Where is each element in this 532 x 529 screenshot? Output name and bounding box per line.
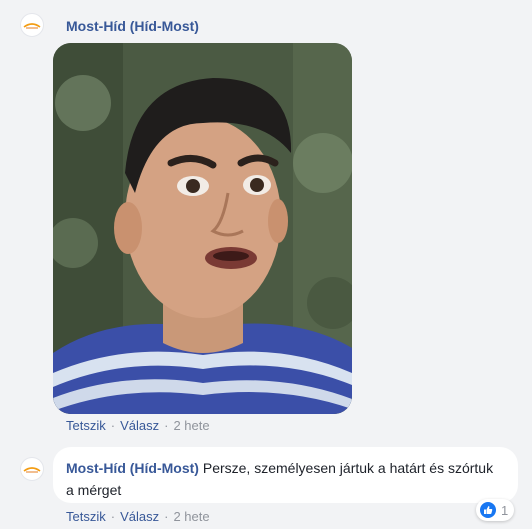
reactions-badge[interactable]: 1	[476, 499, 515, 521]
shocked-man-photo	[53, 43, 352, 414]
comment-image[interactable]	[53, 43, 352, 414]
thumbs-up-icon	[480, 502, 496, 518]
comment-bubble: Most-Híd (Híd-Most) Persze, személyesen …	[53, 447, 518, 503]
timestamp[interactable]: 2 hete	[173, 418, 209, 433]
timestamp[interactable]: 2 hete	[173, 509, 209, 524]
page-logo-icon	[23, 23, 41, 29]
avatar[interactable]	[20, 13, 44, 37]
comment-author[interactable]: Most-Híd (Híd-Most)	[66, 460, 199, 476]
separator: ·	[164, 418, 169, 433]
reply-link[interactable]: Válasz	[120, 509, 159, 524]
reaction-count: 1	[501, 502, 509, 518]
comment-actions: Tetszik · Válasz · 2 hete	[66, 418, 210, 433]
page-logo-icon	[23, 467, 41, 473]
avatar[interactable]	[20, 457, 44, 481]
comment-actions: Tetszik · Válasz · 2 hete	[66, 509, 210, 524]
separator: ·	[110, 418, 116, 433]
comment-author[interactable]: Most-Híd (Híd-Most)	[66, 18, 199, 34]
separator: ·	[110, 509, 116, 524]
separator: ·	[164, 509, 169, 524]
reply-link[interactable]: Válasz	[120, 418, 159, 433]
like-link[interactable]: Tetszik	[66, 509, 106, 524]
like-link[interactable]: Tetszik	[66, 418, 106, 433]
